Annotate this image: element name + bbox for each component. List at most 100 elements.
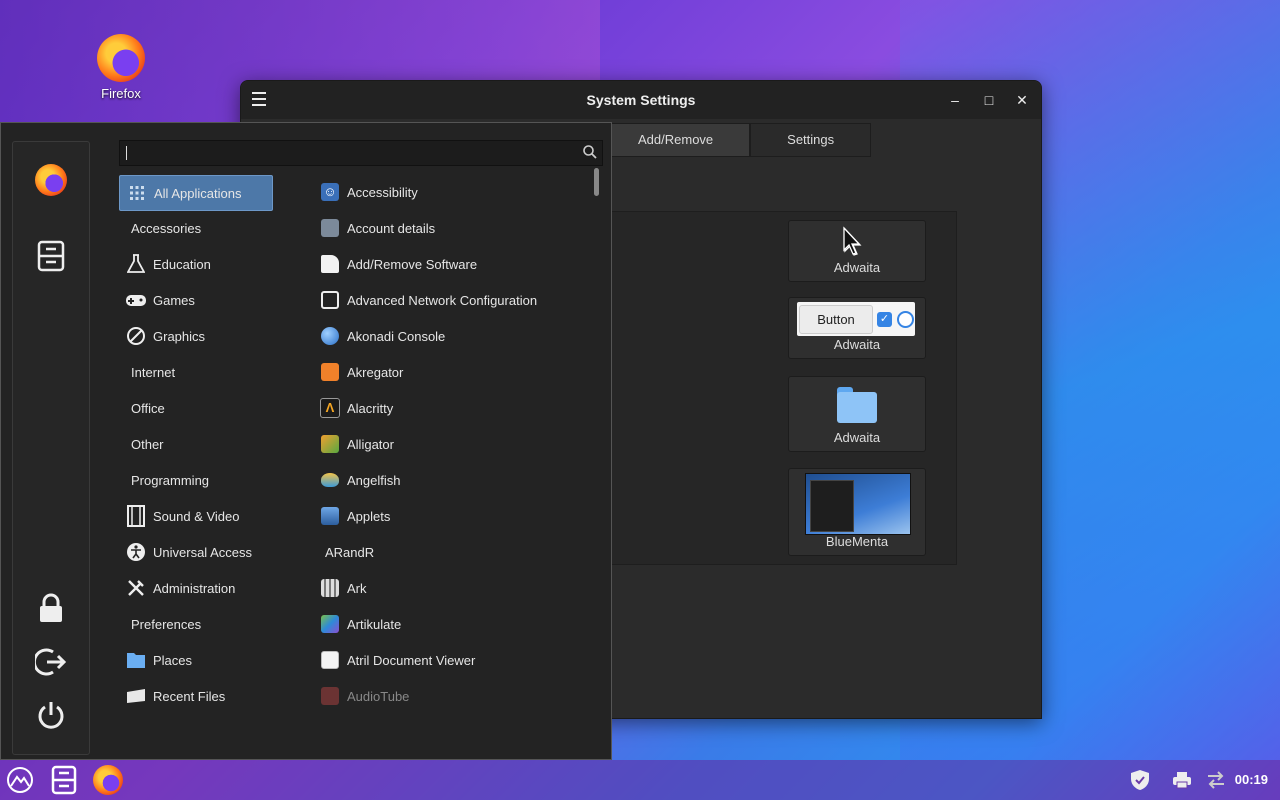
menu-launcher-button[interactable] bbox=[4, 764, 36, 796]
category-universal-access[interactable]: Universal Access bbox=[119, 535, 271, 569]
category-sound-video[interactable]: Sound & Video bbox=[119, 499, 271, 533]
icon-theme-card[interactable]: Adwaita bbox=[788, 376, 926, 452]
taskbar-firefox-button[interactable] bbox=[92, 764, 124, 796]
category-label: Places bbox=[153, 652, 193, 668]
tray-printer[interactable] bbox=[1166, 764, 1198, 796]
app-label: Account details bbox=[347, 220, 436, 236]
category-all-applications[interactable]: All Applications bbox=[119, 175, 273, 211]
accessibility-icon bbox=[125, 541, 147, 563]
tray-security[interactable] bbox=[1124, 764, 1156, 796]
tab-add-remove[interactable]: Add/Remove bbox=[601, 123, 751, 157]
window-title: System Settings bbox=[586, 92, 696, 108]
power-button[interactable] bbox=[33, 697, 69, 733]
apps-scrollbar[interactable] bbox=[594, 168, 600, 748]
category-preferences[interactable]: Preferences bbox=[119, 607, 271, 641]
window-theme-card[interactable]: BlueMenta bbox=[788, 468, 926, 556]
network-transfer-icon bbox=[1208, 771, 1224, 789]
theme-card-name: Adwaita bbox=[833, 260, 881, 275]
tools-icon bbox=[125, 577, 147, 599]
category-graphics[interactable]: Graphics bbox=[119, 319, 271, 353]
app-artikulate[interactable]: Artikulate bbox=[319, 607, 589, 641]
search-input[interactable] bbox=[119, 140, 603, 166]
tray-network[interactable] bbox=[1200, 764, 1232, 796]
app-arandr[interactable]: ARandR bbox=[319, 535, 589, 569]
category-other[interactable]: Other bbox=[119, 427, 271, 461]
recent-icon bbox=[125, 685, 147, 707]
app-label: Akregator bbox=[347, 364, 404, 380]
category-programming[interactable]: Programming bbox=[119, 463, 271, 497]
scrollbar-thumb[interactable] bbox=[594, 168, 599, 196]
mouse-pointer-icon bbox=[843, 226, 861, 255]
app-label: Alligator bbox=[347, 436, 394, 452]
file-cabinet-icon bbox=[37, 240, 65, 272]
window-theme-preview bbox=[805, 473, 911, 535]
tab-settings[interactable]: Settings bbox=[750, 123, 872, 157]
file-cabinet-icon bbox=[51, 765, 77, 795]
sidebar-favorite-firefox[interactable] bbox=[33, 162, 69, 198]
app-akregator[interactable]: Akregator bbox=[319, 355, 589, 389]
app-account-details[interactable]: Account details bbox=[319, 211, 589, 245]
category-label: Accessories bbox=[131, 220, 202, 236]
app-add-remove-software[interactable]: Add/Remove Software bbox=[319, 247, 589, 281]
app-label: Advanced Network Configuration bbox=[347, 292, 538, 308]
category-office[interactable]: Office bbox=[119, 391, 271, 425]
category-label: Preferences bbox=[131, 616, 202, 632]
category-administration[interactable]: Administration bbox=[119, 571, 271, 605]
category-accessories[interactable]: Accessories bbox=[119, 211, 271, 245]
grid-icon bbox=[126, 182, 148, 204]
firefox-icon bbox=[93, 765, 123, 795]
app-akonadi-console[interactable]: Akonadi Console bbox=[319, 319, 589, 353]
category-label: Graphics bbox=[153, 328, 206, 344]
app-atril-document-viewer[interactable]: Atril Document Viewer bbox=[319, 643, 589, 677]
app-alacritty[interactable]: Λ Alacritty bbox=[319, 391, 589, 425]
close-button[interactable]: ✕ bbox=[1012, 90, 1032, 110]
app-label: Applets bbox=[347, 508, 391, 524]
theme-card-name: BlueMenta bbox=[825, 534, 889, 549]
globe-icon bbox=[319, 325, 341, 347]
alacritty-icon: Λ bbox=[319, 397, 341, 419]
logout-button[interactable] bbox=[33, 644, 69, 680]
power-icon bbox=[38, 702, 64, 729]
app-applets[interactable]: Applets bbox=[319, 499, 589, 533]
folder-icon bbox=[125, 649, 147, 671]
widget-theme-card[interactable]: Button ✓ Adwaita bbox=[788, 297, 926, 359]
search-icon bbox=[583, 145, 597, 159]
text-cursor bbox=[126, 146, 127, 160]
app-ark[interactable]: Ark bbox=[319, 571, 589, 605]
sidebar-favorite-files[interactable] bbox=[33, 238, 69, 274]
window-titlebar[interactable]: System Settings – □ ✕ bbox=[241, 81, 1041, 119]
app-accessibility[interactable]: ☺ Accessibility bbox=[319, 175, 589, 209]
taskbar-files-button[interactable] bbox=[48, 764, 80, 796]
app-label: Akonadi Console bbox=[347, 328, 446, 344]
artikulate-icon bbox=[319, 613, 341, 635]
app-angelfish[interactable]: Angelfish bbox=[319, 463, 589, 497]
category-internet[interactable]: Internet bbox=[119, 355, 271, 389]
category-games[interactable]: Games bbox=[119, 283, 271, 317]
gamepad-icon bbox=[125, 289, 147, 311]
app-audiotube[interactable]: AudioTube bbox=[319, 679, 589, 713]
flask-icon bbox=[125, 253, 147, 275]
category-education[interactable]: Education bbox=[119, 247, 271, 281]
package-icon bbox=[319, 253, 341, 275]
category-places[interactable]: Places bbox=[119, 643, 271, 677]
radio-preview-icon bbox=[897, 311, 914, 328]
lock-screen-button[interactable] bbox=[33, 590, 69, 626]
app-label: Artikulate bbox=[347, 616, 402, 632]
maximize-button[interactable]: □ bbox=[979, 90, 999, 110]
category-label: Universal Access bbox=[153, 544, 252, 560]
rss-icon bbox=[319, 361, 341, 383]
app-label: AudioTube bbox=[347, 688, 410, 704]
desktop-icon-firefox[interactable]: Firefox bbox=[90, 30, 152, 101]
category-label: Office bbox=[131, 400, 165, 416]
app-advanced-network-configuration[interactable]: Advanced Network Configuration bbox=[319, 283, 589, 317]
category-recent-files[interactable]: Recent Files bbox=[119, 679, 271, 713]
angelfish-icon bbox=[319, 469, 341, 491]
clock[interactable]: 00:19 bbox=[1235, 772, 1268, 787]
category-label: Sound & Video bbox=[153, 508, 240, 524]
taskbar: 00:19 bbox=[0, 760, 1280, 800]
app-alligator[interactable]: Alligator bbox=[319, 427, 589, 461]
minimize-button[interactable]: – bbox=[945, 90, 965, 110]
theme-card-name: Adwaita bbox=[833, 337, 881, 352]
category-label: Games bbox=[153, 292, 195, 308]
document-viewer-icon bbox=[319, 649, 341, 671]
